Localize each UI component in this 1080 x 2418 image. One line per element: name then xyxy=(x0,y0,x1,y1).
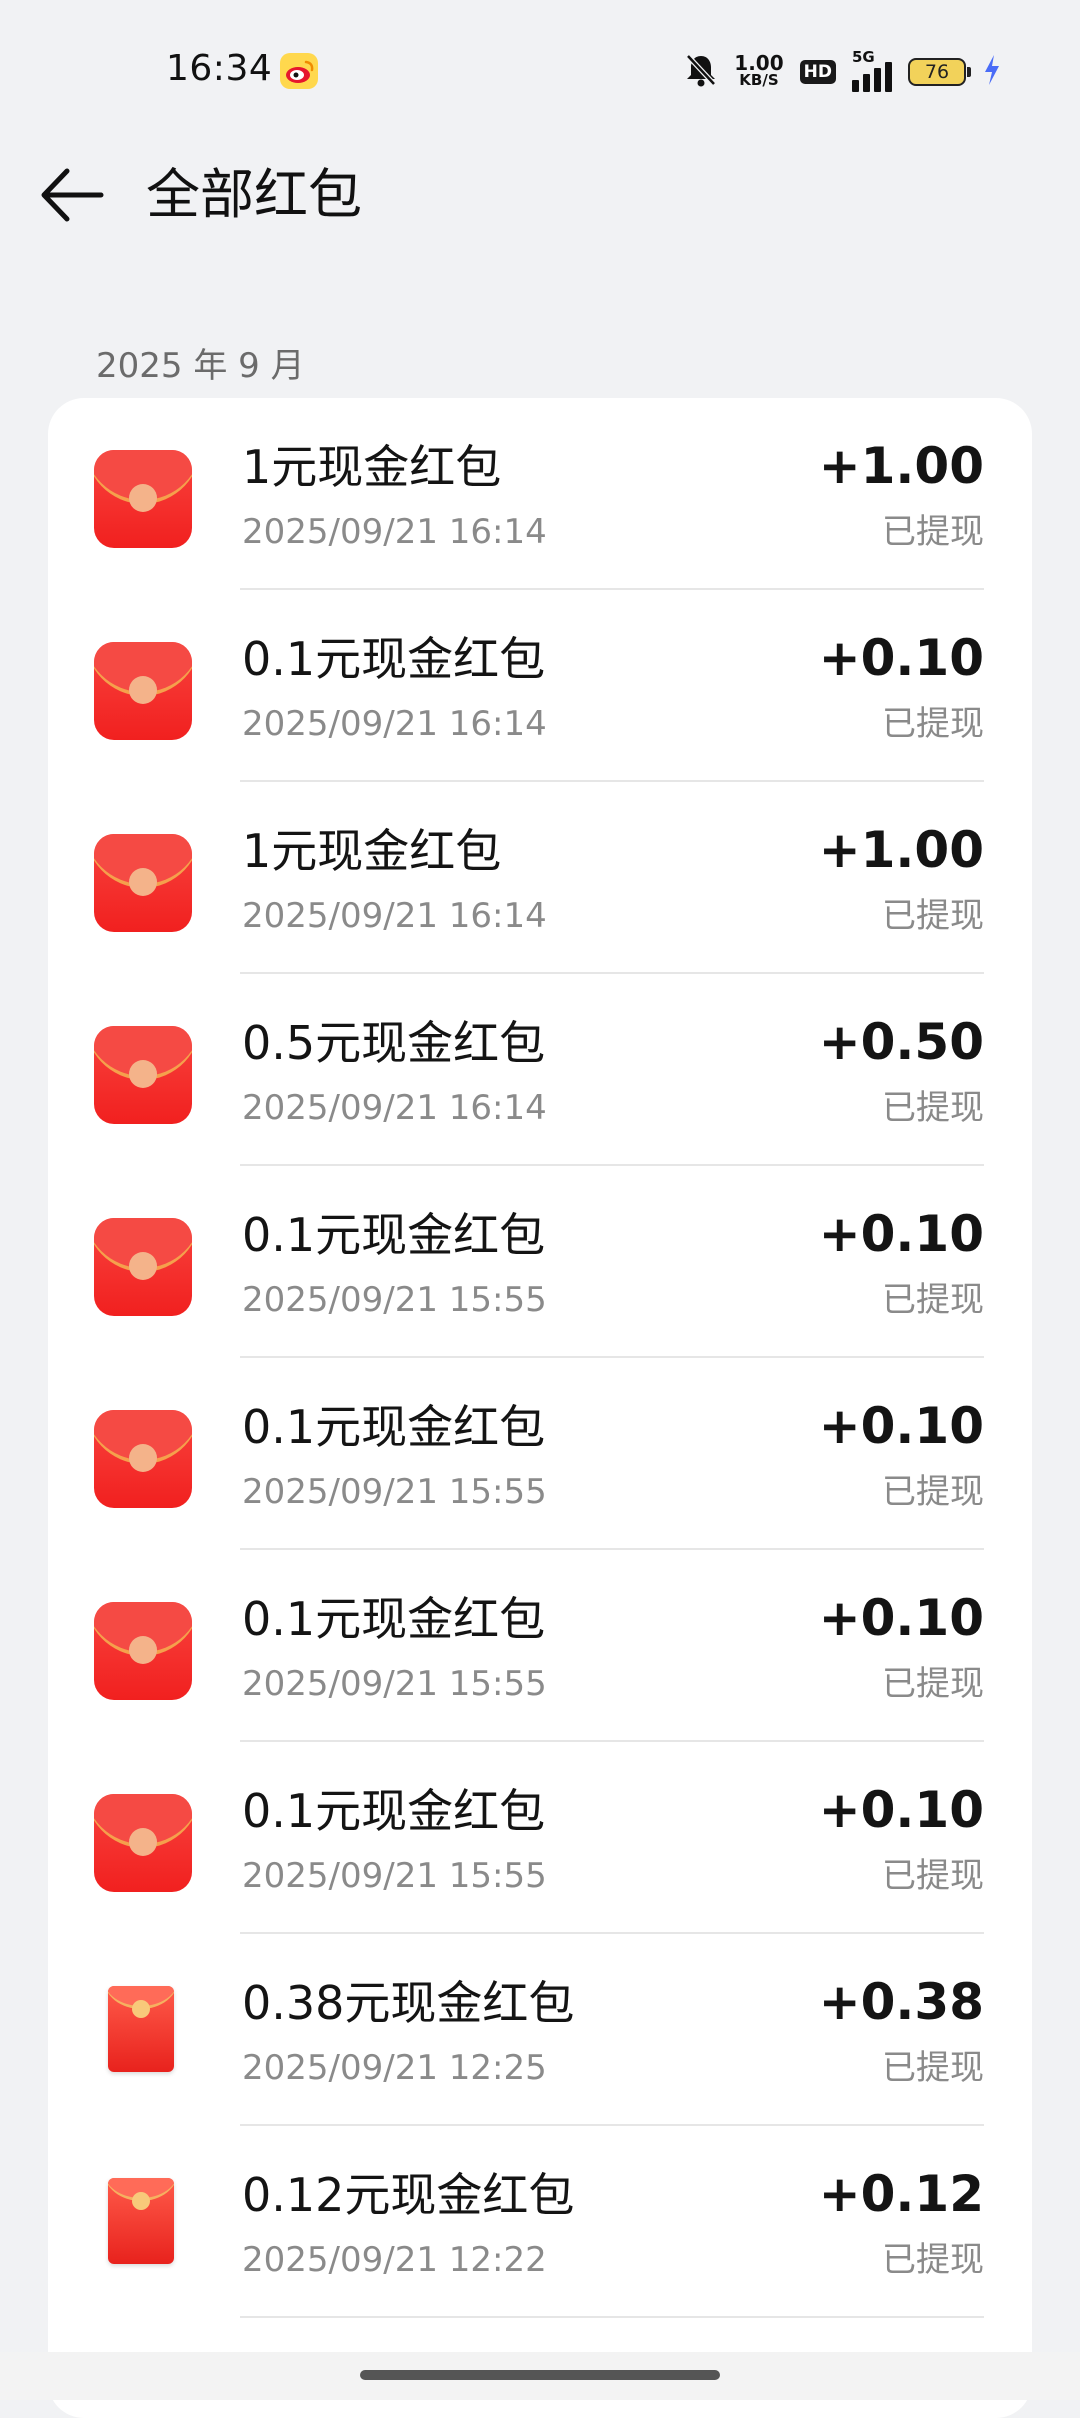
item-title: 0.1元现金红包 xyxy=(242,1592,546,1646)
item-time: 2025/09/21 16:14 xyxy=(242,1088,547,1128)
item-amount: +0.12 xyxy=(818,2165,984,2223)
list-item[interactable]: 0.5元现金红包 2025/09/21 16:14 +0.50 已提现 xyxy=(48,974,1032,1166)
item-title: 1元现金红包 xyxy=(242,824,502,878)
item-amount: +1.00 xyxy=(818,437,984,495)
network-speed-value: 1.00 xyxy=(734,51,784,75)
list-item[interactable]: 0.38元现金红包 2025/09/21 12:25 +0.38 已提现 xyxy=(48,1934,1032,2126)
home-indicator[interactable] xyxy=(360,2370,720,2380)
signal-strength-icon: 5G xyxy=(852,48,892,92)
network-type: 5G xyxy=(852,48,875,66)
charging-icon xyxy=(982,53,1002,91)
bell-off-icon xyxy=(684,52,718,92)
item-time: 2025/09/21 15:55 xyxy=(242,1472,547,1512)
list-item[interactable]: 0.1元现金红包 2025/09/21 15:55 +0.10 已提现 xyxy=(48,1742,1032,1934)
arrow-left-icon xyxy=(41,168,104,222)
page-header: 全部红包 xyxy=(0,140,1080,250)
page-title: 全部红包 xyxy=(146,163,362,226)
item-amount: +0.50 xyxy=(818,1013,984,1071)
item-title: 1元现金红包 xyxy=(242,440,502,494)
item-title: 0.1元现金红包 xyxy=(242,632,546,686)
item-amount: +0.10 xyxy=(818,1781,984,1839)
item-status: 已提现 xyxy=(882,512,984,552)
list-item[interactable]: 0.12元现金红包 2025/09/21 12:22 +0.12 已提现 xyxy=(48,2126,1032,2318)
network-speed-unit: KB/S xyxy=(739,71,779,89)
item-status: 已提现 xyxy=(882,1280,984,1320)
list-item[interactable]: 0.1元现金红包 2025/09/21 15:55 +0.10 已提现 xyxy=(48,1166,1032,1358)
network-speed: 1.00 KB/S xyxy=(734,51,784,89)
red-envelope-icon xyxy=(94,1602,192,1700)
list-item[interactable]: 1元现金红包 2025/09/21 16:14 +1.00 已提现 xyxy=(48,398,1032,590)
item-status: 已提现 xyxy=(882,2240,984,2280)
divider xyxy=(240,2316,984,2318)
signal-bar xyxy=(863,74,870,92)
item-title: 0.12元现金红包 xyxy=(242,2168,575,2222)
list-item[interactable]: 0.1元现金红包 2025/09/21 15:55 +0.10 已提现 xyxy=(48,1550,1032,1742)
item-status: 已提现 xyxy=(882,1088,984,1128)
item-status: 已提现 xyxy=(882,1472,984,1512)
item-status: 已提现 xyxy=(882,1856,984,1896)
month-section-label: 2025 年 9 月 xyxy=(96,346,305,386)
item-amount: +1.00 xyxy=(818,821,984,879)
item-title: 0.5元现金红包 xyxy=(242,1016,546,1070)
item-time: 2025/09/21 15:55 xyxy=(242,1856,547,1896)
signal-bar xyxy=(885,62,892,92)
red-envelope-icon xyxy=(94,1794,192,1892)
item-time: 2025/09/21 16:14 xyxy=(242,704,547,744)
red-envelope-icon xyxy=(94,1218,192,1316)
item-amount: +0.10 xyxy=(818,629,984,687)
back-button[interactable] xyxy=(34,160,110,230)
red-envelope-icon xyxy=(94,834,192,932)
red-envelope-icon xyxy=(94,642,192,740)
red-envelope-icon xyxy=(94,1410,192,1508)
item-time: 2025/09/21 12:22 xyxy=(242,2240,547,2280)
status-bar: 16:34 1.00 KB/S HD 5G 76 xyxy=(0,0,1080,140)
item-title: 0.1元现金红包 xyxy=(242,1208,546,1262)
item-time: 2025/09/21 16:14 xyxy=(242,512,547,552)
item-status: 已提现 xyxy=(882,1664,984,1704)
list-item[interactable]: 1元现金红包 2025/09/21 16:14 +1.00 已提现 xyxy=(48,782,1032,974)
hd-badge: HD xyxy=(799,60,836,84)
red-envelope-icon xyxy=(94,450,192,548)
status-icons: 1.00 KB/S HD 5G 76 xyxy=(684,48,1002,94)
item-amount: +0.10 xyxy=(818,1397,984,1455)
signal-bar xyxy=(852,80,859,92)
item-time: 2025/09/21 15:55 xyxy=(242,1664,547,1704)
item-status: 已提现 xyxy=(882,896,984,936)
item-amount: +0.10 xyxy=(818,1589,984,1647)
red-envelope-icon xyxy=(94,2178,192,2276)
red-envelope-icon xyxy=(94,1026,192,1124)
item-time: 2025/09/21 16:14 xyxy=(242,896,547,936)
list-item[interactable]: 0.1元现金红包 2025/09/21 16:14 +0.10 已提现 xyxy=(48,590,1032,782)
item-time: 2025/09/21 12:25 xyxy=(242,2048,547,2088)
item-title: 0.1元现金红包 xyxy=(242,1784,546,1838)
red-envelope-icon xyxy=(94,1986,192,2084)
battery-icon: 76 xyxy=(908,58,971,86)
signal-bar xyxy=(874,68,881,92)
item-title: 0.38元现金红包 xyxy=(242,1976,575,2030)
item-status: 已提现 xyxy=(882,2048,984,2088)
battery-level: 76 xyxy=(924,61,950,83)
list-item[interactable]: 0.1元现金红包 2025/09/21 15:55 +0.10 已提现 xyxy=(48,1358,1032,1550)
status-time: 16:34 xyxy=(166,48,273,89)
item-amount: +0.10 xyxy=(818,1205,984,1263)
item-amount: +0.38 xyxy=(818,1973,984,2031)
item-time: 2025/09/21 15:55 xyxy=(242,1280,547,1320)
weibo-icon xyxy=(280,53,318,89)
item-status: 已提现 xyxy=(882,704,984,744)
red-envelope-list: 1元现金红包 2025/09/21 16:14 +1.00 已提现 0.1元现金… xyxy=(48,398,1032,2418)
item-title: 0.1元现金红包 xyxy=(242,1400,546,1454)
